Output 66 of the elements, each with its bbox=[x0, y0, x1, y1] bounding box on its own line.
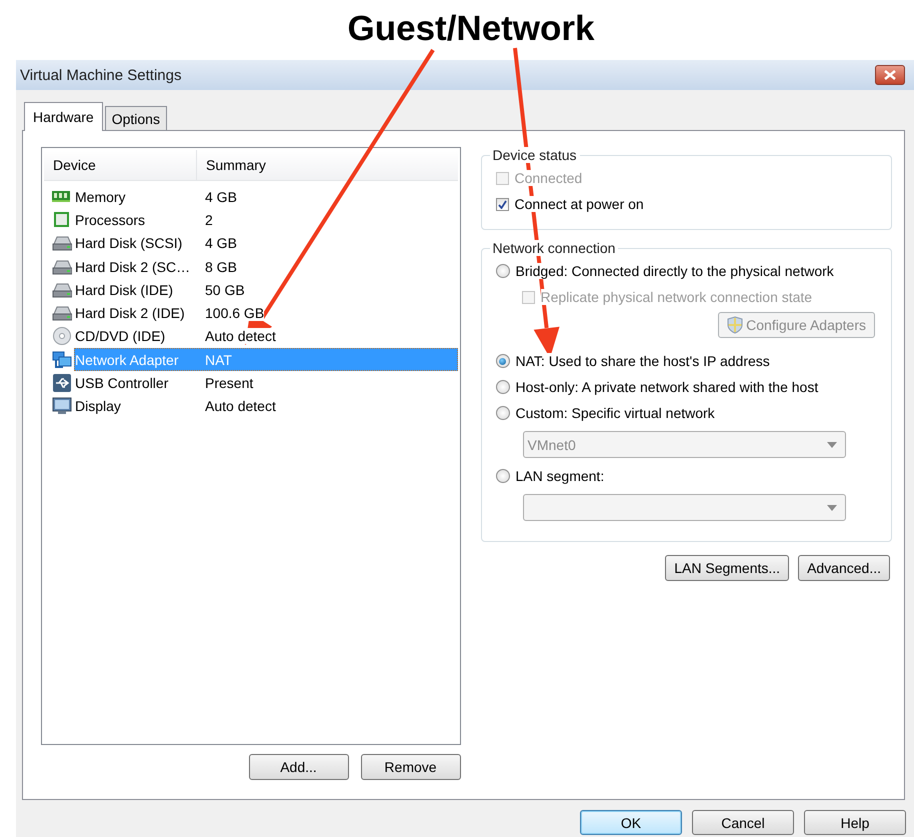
hard-disk-icon bbox=[52, 280, 72, 299]
usb-symbol-icon bbox=[52, 374, 72, 392]
radio-button[interactable] bbox=[496, 406, 510, 420]
dialog-button[interactable]: Add... bbox=[248, 754, 348, 780]
option-label: Custom: Specific virtual network bbox=[516, 405, 715, 421]
device-summary: Present bbox=[205, 375, 254, 392]
window-title: Virtual Machine Settings bbox=[20, 66, 182, 84]
dialog-button[interactable]: Advanced... bbox=[798, 555, 890, 581]
device-name: CD/DVD (IDE) bbox=[74, 328, 166, 344]
device-summary: Auto detect bbox=[205, 328, 276, 344]
device-row[interactable]: Hard Disk (IDE) 50 GB bbox=[74, 278, 458, 302]
column-header[interactable]: Summary bbox=[197, 150, 266, 180]
dialog-button[interactable]: Cancel bbox=[692, 810, 794, 835]
device-name: Network Adapter bbox=[74, 352, 180, 368]
shield-icon bbox=[727, 316, 744, 334]
checkbox[interactable] bbox=[496, 198, 508, 210]
monitor-icon bbox=[52, 397, 72, 416]
option-label: Replicate physical network connection state bbox=[540, 289, 812, 305]
option-label: Connect at power on bbox=[514, 196, 644, 212]
dialog-button[interactable]: Remove bbox=[360, 754, 460, 780]
dialog-button[interactable]: LAN Segments... bbox=[665, 555, 790, 581]
close-button[interactable] bbox=[875, 65, 905, 85]
device-row[interactable]: Memory 4 GB bbox=[74, 185, 458, 208]
device-row[interactable]: Hard Disk (SCSI) 4 GB bbox=[74, 232, 458, 255]
device-name: Hard Disk (SCSI) bbox=[74, 235, 184, 252]
processor-chip-icon bbox=[52, 210, 72, 229]
dialog-button[interactable]: OK bbox=[580, 810, 682, 835]
network-computers-icon bbox=[52, 350, 72, 369]
radio-button[interactable] bbox=[496, 264, 510, 278]
option-label: Bridged: Connected directly to the physical network bbox=[516, 263, 834, 279]
device-name: Hard Disk 2 (IDE) bbox=[74, 305, 186, 322]
hard-disk-icon bbox=[52, 234, 72, 252]
device-row[interactable]: Hard Disk 2 (SC… 8 GB bbox=[74, 254, 458, 278]
column-header[interactable]: Device bbox=[44, 150, 197, 180]
device-row[interactable]: Display Auto detect bbox=[74, 394, 458, 418]
tab[interactable]: Hardware bbox=[24, 102, 103, 131]
hard-disk-icon bbox=[52, 258, 72, 276]
device-row[interactable]: Processors 2 bbox=[74, 208, 458, 232]
device-row[interactable]: Hard Disk 2 (IDE) 100.6 GB bbox=[74, 301, 458, 325]
caret-icon bbox=[826, 504, 836, 510]
device-summary: 100.6 GB bbox=[205, 305, 264, 322]
radio-button[interactable] bbox=[496, 469, 510, 483]
radio-button[interactable] bbox=[496, 380, 510, 394]
check-mark-icon bbox=[498, 200, 506, 208]
device-name: USB Controller bbox=[74, 375, 170, 392]
close-icon bbox=[884, 70, 896, 80]
hard-disk-icon bbox=[52, 304, 72, 322]
option-label: LAN segment: bbox=[516, 468, 604, 484]
device-name: Hard Disk 2 (SC… bbox=[74, 258, 192, 275]
option-label: Host-only: A private network shared with the host bbox=[516, 379, 818, 395]
disc-icon bbox=[52, 327, 72, 346]
annotation-label: Guest/Network bbox=[348, 9, 594, 48]
radio-button[interactable] bbox=[496, 354, 510, 368]
dialog-button[interactable]: Help bbox=[804, 810, 906, 835]
caret-icon bbox=[826, 442, 836, 448]
device-name: Hard Disk (IDE) bbox=[74, 282, 174, 298]
device-name: Processors bbox=[74, 212, 146, 228]
device-row[interactable]: CD/DVD (IDE) Auto detect bbox=[74, 324, 458, 348]
device-name: Memory bbox=[74, 188, 127, 205]
device-row[interactable]: USB Controller Present bbox=[74, 371, 458, 395]
tab[interactable]: Options bbox=[104, 106, 167, 130]
option-label: Connected bbox=[514, 170, 582, 186]
device-summary: 4 GB bbox=[205, 235, 237, 252]
option-label: NAT: Used to share the host's IP address bbox=[516, 353, 770, 369]
device-summary: Auto detect bbox=[205, 398, 276, 414]
device-name: Display bbox=[74, 398, 122, 414]
